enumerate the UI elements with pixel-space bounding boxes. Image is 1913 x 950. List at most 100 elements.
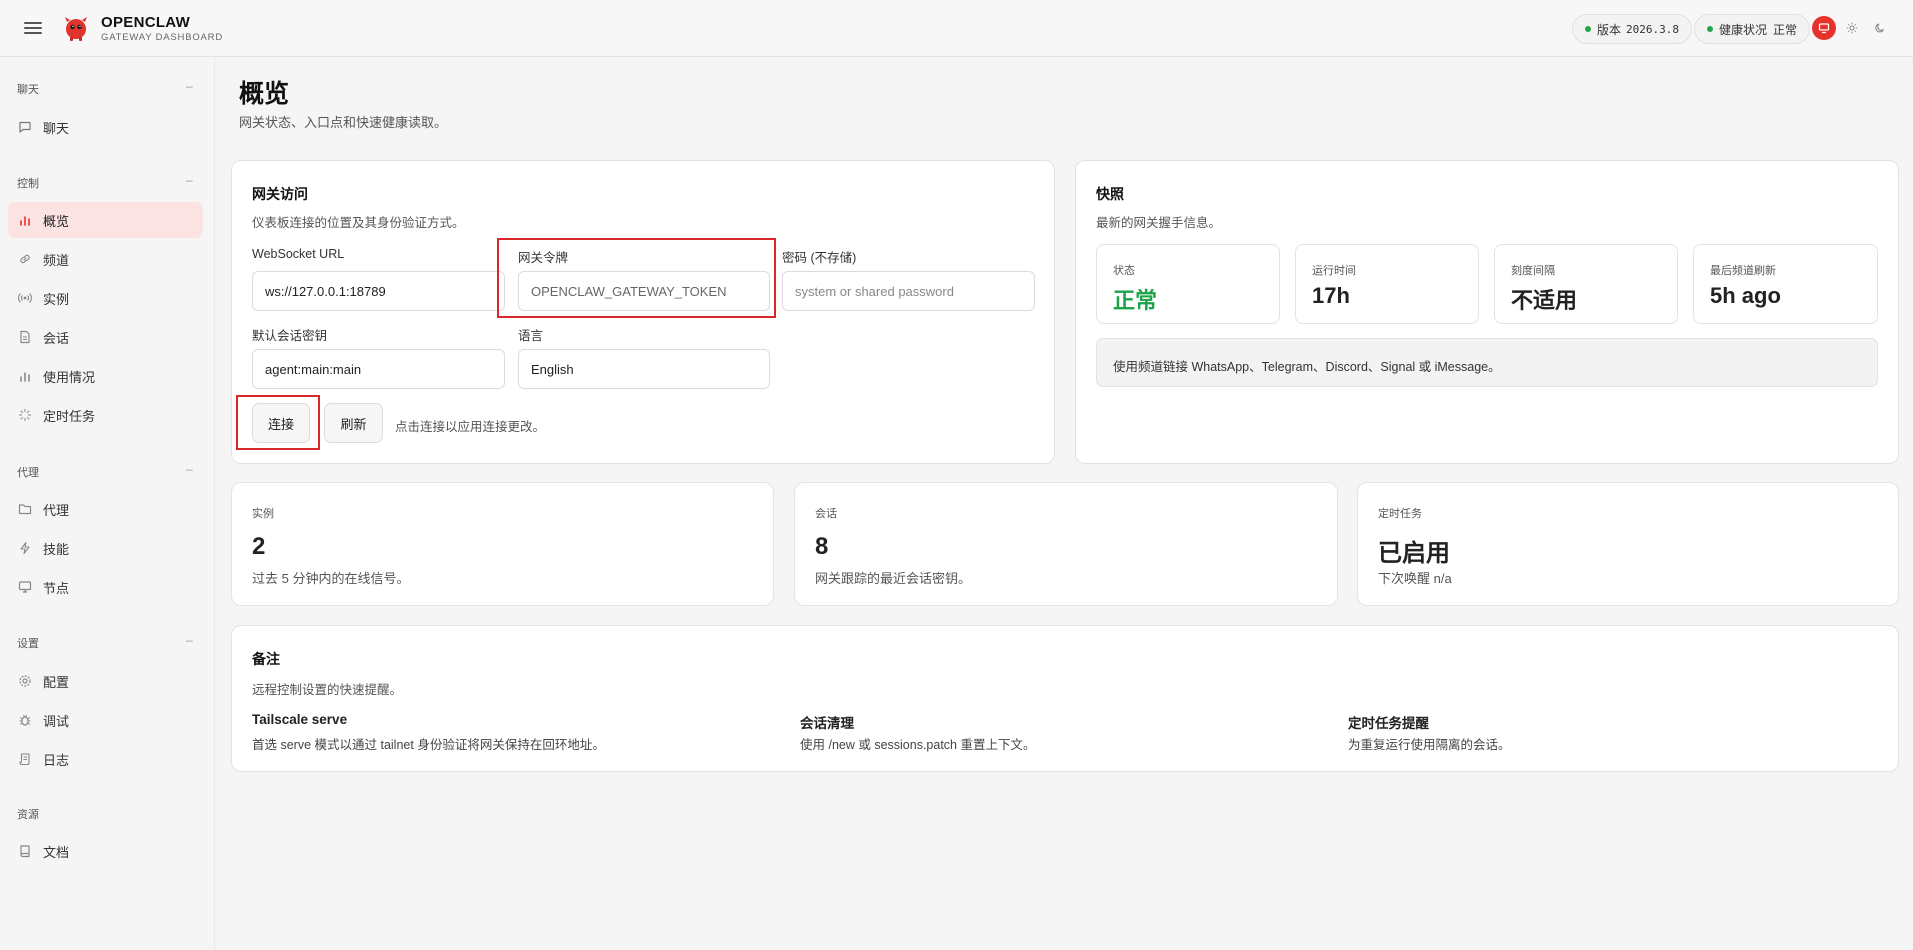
monitor-icon [18,580,32,594]
stat-status: 状态 正常 [1096,244,1280,324]
status-dot [1707,26,1713,32]
page-subtitle: 网关状态、入口点和快速健康读取。 [239,115,448,130]
notes-title: 备注 [252,651,280,667]
metric-sub: 过去 5 分钟内的在线信号。 [252,571,410,586]
sidebar-item-debug[interactable]: 调试 [8,702,203,738]
password-input[interactable] [782,271,1035,311]
note-title: Tailscale serve [252,712,348,727]
note-title: 会话清理 [800,716,854,731]
connect-button[interactable]: 连接 [252,403,310,443]
bar-chart-icon [18,213,32,227]
sidebar-item-label: 配置 [43,674,70,690]
metric-label: 实例 [252,508,274,520]
gear-icon [18,674,32,688]
stat-label: 刻度间隔 [1511,265,1555,277]
openclaw-logo [65,17,87,41]
brand-title: OPENCLAW [101,14,191,31]
metric-value: 已启用 [1378,540,1450,567]
health-pill: 健康状况 正常 [1694,14,1811,44]
sidebar-item-nodes[interactable]: 节点 [8,569,203,605]
collapse-chat-button[interactable]: – [186,79,193,93]
stat-tick-interval: 刻度间隔 不适用 [1494,244,1678,324]
note-text: 为重复运行使用隔离的会话。 [1348,738,1511,752]
link-icon [18,252,32,266]
session-key-input[interactable] [252,349,505,389]
websocket-url-input[interactable] [252,271,505,311]
sidebar-item-label: 调试 [43,713,70,729]
hamburger-menu-icon[interactable] [24,19,42,37]
chat-icon [18,120,32,134]
gateway-token-label: 网关令牌 [518,251,569,265]
collapse-agents-button[interactable]: – [186,462,193,476]
collapse-control-button[interactable]: – [186,173,193,187]
sidebar-item-config[interactable]: 配置 [8,663,203,699]
version-pill: 版本 2026.3.8 [1572,14,1692,44]
language-select[interactable] [518,349,770,389]
version-value: 2026.3.8 [1626,22,1679,36]
metric-sub: 网关跟踪的最近会话密钥。 [815,571,972,586]
sidebar-item-label: 文档 [43,844,70,860]
metric-card-sessions: 会话 8 网关跟踪的最近会话密钥。 [794,482,1338,606]
sidebar-item-agents[interactable]: 代理 [8,491,203,527]
note-title: 定时任务提醒 [1348,716,1429,731]
gateway-access-title: 网关访问 [252,186,308,202]
sidebar-item-channels[interactable]: 频道 [8,241,203,277]
note-text: 使用 /new 或 sessions.patch 重置上下文。 [800,738,1036,752]
system-theme-button[interactable] [1812,16,1836,40]
metric-label: 会话 [815,508,837,520]
bar-chart-icon [18,369,32,383]
sidebar-group-resources: 资源 [17,809,39,821]
sidebar-item-label: 节点 [43,580,70,596]
channels-info-banner: 使用频道链接 WhatsApp、Telegram、Discord、Signal … [1096,338,1878,387]
sidebar-item-docs[interactable]: 文档 [8,833,203,869]
sidebar-group-settings: 设置 [17,638,39,650]
bug-icon [18,713,32,727]
note-text: 首选 serve 模式以通过 tailnet 身份验证将网关保持在回环地址。 [252,738,605,752]
sun-icon [1846,22,1858,34]
metric-card-instances: 实例 2 过去 5 分钟内的在线信号。 [231,482,774,606]
sidebar-item-overview[interactable]: 概览 [8,202,203,238]
sidebar-item-skills[interactable]: 技能 [8,530,203,566]
sidebar-item-label: 定时任务 [43,408,96,424]
metric-sub: 下次唤醒 n/a [1378,571,1452,586]
stat-label: 最后频道刷新 [1710,265,1776,277]
stat-value: 5h ago [1710,283,1781,308]
page-title: 概览 [239,80,290,108]
loader-icon [18,408,32,422]
health-label: 健康状况 [1719,22,1768,37]
password-label: 密码 (不存储) [782,251,857,265]
sidebar-item-sessions[interactable]: 会话 [8,319,203,355]
light-theme-button[interactable] [1840,16,1864,40]
sidebar: 聊天 – 聊天 控制 – 概览 频道 实例 会话 使用情况 定时任务 代理 – … [0,57,215,950]
connect-hint: 点击连接以应用连接更改。 [395,420,546,434]
sidebar-group-control: 控制 [17,178,39,190]
monitor-icon [1818,23,1830,34]
dark-theme-button[interactable] [1868,16,1892,40]
language-label: 语言 [518,329,544,343]
snapshot-title: 快照 [1096,186,1124,202]
sidebar-item-usage[interactable]: 使用情况 [8,358,203,394]
stat-value: 不适用 [1511,288,1578,313]
session-key-label: 默认会话密钥 [252,329,328,343]
sidebar-item-label: 代理 [43,502,70,518]
sidebar-item-instances[interactable]: 实例 [8,280,203,316]
sidebar-item-logs[interactable]: 日志 [8,741,203,777]
sidebar-item-label: 使用情况 [43,369,96,385]
sidebar-item-label: 频道 [43,252,70,268]
sidebar-item-chat[interactable]: 聊天 [8,109,203,145]
sidebar-item-label: 技能 [43,541,70,557]
collapse-settings-button[interactable]: – [186,633,193,647]
sidebar-group-chat: 聊天 [17,84,39,96]
sidebar-item-cron[interactable]: 定时任务 [8,397,203,433]
refresh-button[interactable]: 刷新 [324,403,383,443]
stat-value: 正常 [1113,288,1158,313]
notes-card: 备注 远程控制设置的快速提醒。 Tailscale serve 首选 serve… [231,625,1899,772]
gateway-access-subtitle: 仪表板连接的位置及其身份验证方式。 [252,216,465,230]
snapshot-subtitle: 最新的网关握手信息。 [1096,216,1222,230]
metric-value: 2 [252,533,266,560]
gateway-token-input[interactable] [518,271,770,311]
sidebar-item-label: 会话 [43,330,70,346]
book-icon [18,844,32,858]
radio-icon [18,291,32,305]
metric-value: 8 [815,533,829,560]
